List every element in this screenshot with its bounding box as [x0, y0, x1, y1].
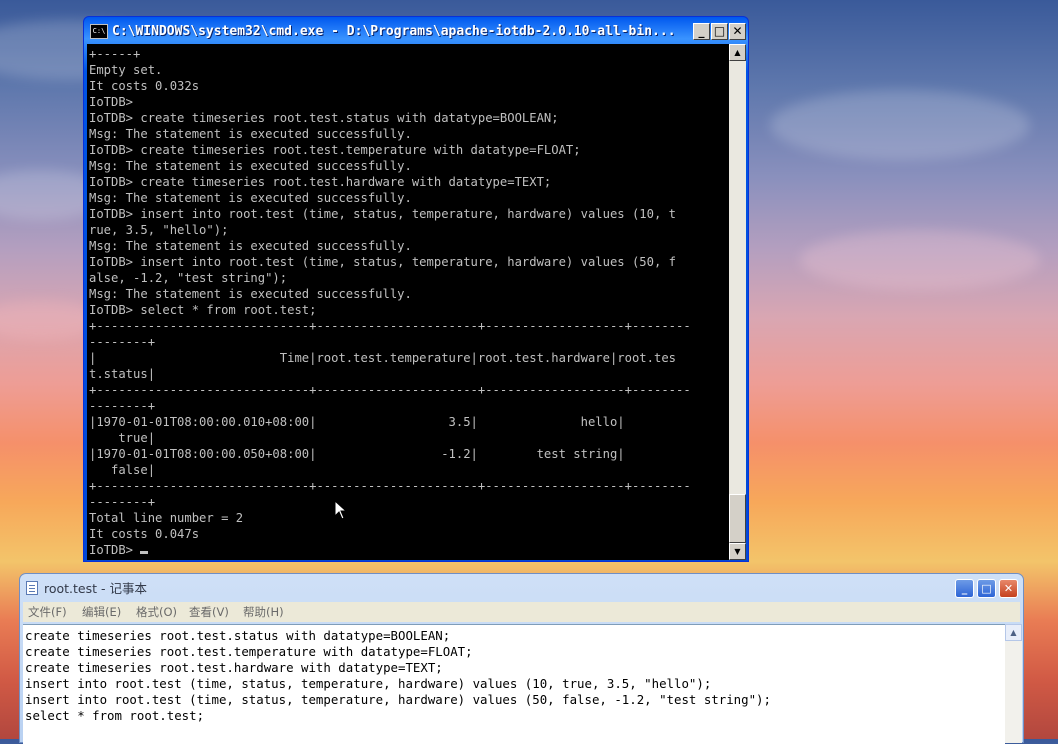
console-line: Msg: The statement is executed successfu… [89, 159, 412, 173]
console-line: Msg: The statement is executed successfu… [89, 287, 412, 301]
console-line: It costs 0.032s [89, 79, 200, 93]
console-line: true| [89, 431, 156, 445]
scroll-down-arrow-icon[interactable]: ▼ [729, 543, 746, 560]
cmd-window[interactable]: C:\ C:\WINDOWS\system32\cmd.exe - D:\Pro… [83, 16, 749, 562]
menu-view[interactable]: 查看(V) [189, 604, 229, 620]
notepad-vertical-scrollbar[interactable]: ▲ [1005, 624, 1022, 743]
console-line: rue, 3.5, "hello"); [89, 223, 229, 237]
notepad-text-area[interactable]: create timeseries root.test.status with … [23, 624, 1005, 744]
console-line: --------+ [89, 495, 156, 509]
console-line: Msg: The statement is executed successfu… [89, 127, 412, 141]
cmd-minimize-button[interactable]: _ [693, 23, 710, 40]
menu-format[interactable]: 格式(O) [136, 604, 177, 620]
cmd-console-output: +-----+ Empty set. It costs 0.032s IoTDB… [89, 46, 691, 558]
notepad-close-button[interactable]: ✕ [999, 579, 1018, 598]
notepad-line: create timeseries root.test.status with … [25, 628, 451, 643]
console-line: |1970-01-01T08:00:00.010+08:00| 3.5| hel… [89, 415, 625, 429]
notepad-window-title: root.test - 记事本 [44, 581, 147, 596]
cmd-close-button[interactable]: ✕ [729, 23, 746, 40]
console-line: t.status| [89, 367, 156, 381]
notepad-app-icon[interactable] [26, 581, 38, 595]
scrollbar-thumb[interactable] [729, 494, 746, 543]
notepad-line: select * from root.test; [25, 708, 205, 723]
notepad-line: insert into root.test (time, status, tem… [25, 676, 712, 691]
notepad-menubar: 文件(F) 编辑(E) 格式(O) 查看(V) 帮助(H) [23, 602, 1020, 622]
cmd-maximize-button[interactable]: □ [711, 23, 728, 40]
console-line: Msg: The statement is executed successfu… [89, 239, 412, 253]
console-line: |1970-01-01T08:00:00.050+08:00| -1.2| te… [89, 447, 625, 461]
notepad-maximize-button[interactable]: □ [977, 579, 996, 598]
console-line: | Time|root.test.temperature|root.test.h… [89, 351, 676, 365]
cmd-vertical-scrollbar[interactable]: ▲ ▼ [729, 44, 746, 560]
menu-file[interactable]: 文件(F) [28, 604, 67, 620]
cmd-window-title: C:\WINDOWS\system32\cmd.exe - D:\Program… [112, 24, 676, 39]
console-line: IoTDB> [89, 95, 134, 109]
notepad-minimize-button[interactable]: _ [955, 579, 974, 598]
scroll-up-arrow-icon[interactable]: ▲ [729, 44, 746, 61]
notepad-content: create timeseries root.test.status with … [25, 628, 771, 724]
console-prompt: IoTDB> [89, 543, 141, 557]
menu-help[interactable]: 帮助(H) [243, 604, 284, 620]
scroll-up-arrow-icon[interactable]: ▲ [1005, 624, 1022, 641]
console-line: --------+ [89, 399, 156, 413]
console-line: IoTDB> create timeseries root.test.tempe… [89, 143, 581, 157]
console-line: alse, -1.2, "test string"); [89, 271, 288, 285]
notepad-window[interactable]: root.test - 记事本 _ □ ✕ 文件(F) 编辑(E) 格式(O) … [19, 573, 1024, 744]
console-line: +-----+ [89, 47, 141, 61]
console-line: --------+ [89, 335, 156, 349]
cmd-app-icon[interactable]: C:\ [90, 24, 108, 39]
cmd-console[interactable]: +-----+ Empty set. It costs 0.032s IoTDB… [87, 44, 729, 560]
console-line: IoTDB> create timeseries root.test.statu… [89, 111, 559, 125]
wallpaper-cloud [770, 90, 1030, 160]
console-line: IoTDB> select * from root.test; [89, 303, 317, 317]
text-cursor [140, 551, 149, 554]
console-line: +-----------------------------+---------… [89, 319, 691, 333]
notepad-titlebar[interactable]: root.test - 记事本 _ □ ✕ [20, 574, 1023, 602]
console-line: +-----------------------------+---------… [89, 383, 691, 397]
console-line: Total line number = 2 [89, 511, 244, 525]
console-line: false| [89, 463, 156, 477]
cmd-titlebar[interactable]: C:\ C:\WINDOWS\system32\cmd.exe - D:\Pro… [84, 17, 748, 45]
console-line: IoTDB> create timeseries root.test.hardw… [89, 175, 552, 189]
console-line: Empty set. [89, 63, 163, 77]
console-line: IoTDB> insert into root.test (time, stat… [89, 255, 676, 269]
console-line: Msg: The statement is executed successfu… [89, 191, 412, 205]
notepad-line: insert into root.test (time, status, tem… [25, 692, 771, 707]
wallpaper-cloud [800, 230, 1040, 290]
console-line: It costs 0.047s [89, 527, 200, 541]
console-line: +-----------------------------+---------… [89, 479, 691, 493]
notepad-line: create timeseries root.test.hardware wit… [25, 660, 443, 675]
console-line: IoTDB> insert into root.test (time, stat… [89, 207, 676, 221]
mouse-pointer-icon [334, 500, 348, 520]
notepad-line: create timeseries root.test.temperature … [25, 644, 473, 659]
menu-edit[interactable]: 编辑(E) [82, 604, 121, 620]
